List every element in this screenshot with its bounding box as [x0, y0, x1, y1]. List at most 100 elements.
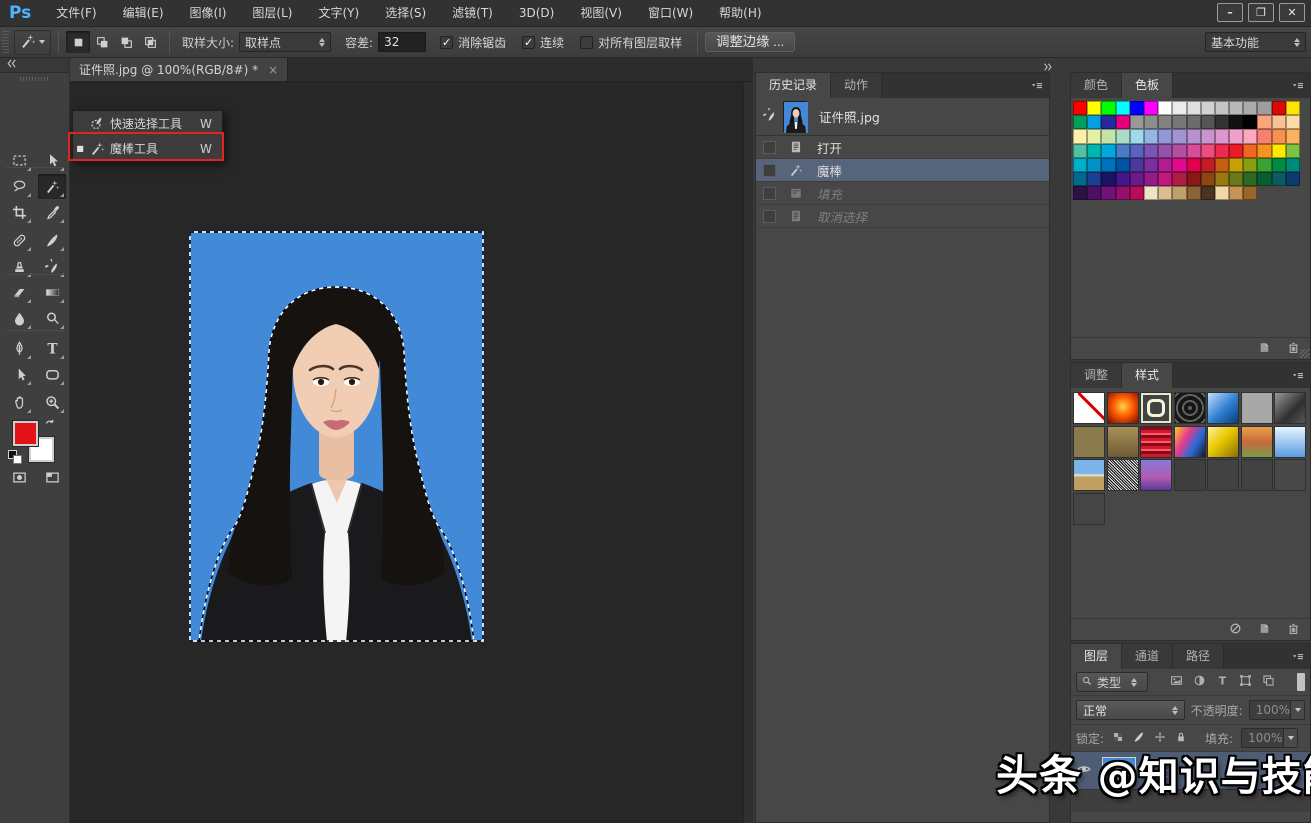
foreground-color-chip[interactable] [13, 421, 38, 446]
color-swatch[interactable] [1201, 158, 1215, 172]
color-swatch[interactable] [1101, 101, 1115, 115]
sample-size-dropdown[interactable]: 取样点 [239, 32, 331, 52]
color-swatch[interactable] [1187, 158, 1201, 172]
color-swatch[interactable] [1172, 158, 1186, 172]
history-entry-魔棒[interactable]: 魔棒 [756, 159, 1049, 182]
color-swatch[interactable] [1158, 186, 1172, 200]
resize-grip[interactable] [1300, 349, 1309, 358]
color-swatch[interactable] [1187, 172, 1201, 186]
color-swatch[interactable] [1201, 129, 1215, 143]
swap-colors-icon[interactable] [44, 418, 57, 434]
history-source-checkbox[interactable] [763, 141, 776, 154]
color-swatch[interactable] [1144, 115, 1158, 129]
color-swatch[interactable] [1257, 144, 1271, 158]
adjust-filter-button[interactable] [1193, 674, 1206, 690]
eraser-tool[interactable] [5, 280, 33, 305]
dodge-tool[interactable] [38, 306, 66, 331]
color-swatch[interactable] [1087, 158, 1101, 172]
workspace-switcher[interactable]: 基本功能 [1205, 32, 1306, 52]
color-swatch[interactable] [1116, 186, 1130, 200]
screen-mode-button[interactable] [38, 466, 66, 491]
style-thumb-dark-chrome[interactable] [1274, 392, 1306, 424]
layers-tab-路径[interactable]: 路径 [1173, 644, 1224, 669]
shape-filter-button[interactable] [1239, 674, 1252, 690]
color-swatch[interactable] [1272, 172, 1286, 186]
color-swatch[interactable] [1087, 101, 1101, 115]
color-swatch[interactable] [1187, 144, 1201, 158]
history-source-checkbox[interactable] [763, 187, 776, 200]
blend-mode-dropdown[interactable]: 正常 [1076, 700, 1185, 720]
color-swatch[interactable] [1116, 115, 1130, 129]
color-swatch[interactable] [1272, 144, 1286, 158]
history-tab-动作[interactable]: 动作 [831, 73, 882, 98]
style-thumb-faint-1[interactable] [1274, 459, 1306, 491]
color-swatch[interactable] [1073, 129, 1087, 143]
trash-icon[interactable] [1287, 622, 1300, 638]
panel-menu-icon[interactable] [1031, 80, 1043, 95]
history-entry-打开[interactable]: 打开 [756, 136, 1049, 159]
minimize-button[interactable]: – [1217, 3, 1243, 22]
layer-filter-type-dropdown[interactable]: 类型 [1076, 672, 1148, 692]
color-swatch[interactable] [1187, 129, 1201, 143]
swatches-tab-颜色[interactable]: 颜色 [1071, 73, 1122, 98]
color-swatch[interactable] [1172, 115, 1186, 129]
color-swatch[interactable] [1201, 101, 1215, 115]
refine-edge-button[interactable]: 调整边缘 ... [705, 32, 795, 52]
color-swatch[interactable] [1286, 115, 1300, 129]
color-swatch[interactable] [1087, 129, 1101, 143]
color-swatch[interactable] [1286, 129, 1300, 143]
clone-stamp-tool[interactable] [5, 254, 33, 279]
color-swatch[interactable] [1158, 101, 1172, 115]
color-swatch[interactable] [1144, 144, 1158, 158]
style-thumb-red-stripes[interactable] [1140, 426, 1172, 458]
brush-tool[interactable] [38, 228, 66, 253]
color-swatch[interactable] [1257, 129, 1271, 143]
color-swatch[interactable] [1229, 101, 1243, 115]
style-thumb-light-blue-glossy[interactable] [1274, 426, 1306, 458]
menu-item[interactable]: 文件(F) [43, 0, 109, 27]
color-swatch[interactable] [1144, 101, 1158, 115]
styles-tab-调整[interactable]: 调整 [1071, 363, 1122, 388]
color-swatch[interactable] [1243, 172, 1257, 186]
magic-wand-tool[interactable] [38, 174, 66, 199]
menu-item[interactable]: 编辑(E) [110, 0, 177, 27]
color-swatch[interactable] [1101, 144, 1115, 158]
color-swatch[interactable] [1101, 158, 1115, 172]
style-thumb-yellow-glossy[interactable] [1207, 426, 1239, 458]
lasso-tool[interactable] [5, 174, 33, 199]
trash-icon[interactable] [1287, 341, 1300, 357]
opacity-dropdown[interactable]: 100% [1249, 700, 1305, 720]
panel-menu-icon[interactable] [1292, 651, 1304, 666]
tolerance-input[interactable] [378, 32, 426, 52]
style-thumb-color-abstract[interactable] [1174, 426, 1206, 458]
color-swatch[interactable] [1257, 115, 1271, 129]
color-swatch[interactable] [1101, 186, 1115, 200]
add-to-selection-button[interactable] [90, 31, 114, 53]
style-thumb-white-outline[interactable] [1140, 392, 1172, 424]
layers-tab-通道[interactable]: 通道 [1122, 644, 1173, 669]
color-swatch[interactable] [1243, 129, 1257, 143]
new-selection-button[interactable] [66, 31, 90, 53]
color-swatch[interactable] [1187, 101, 1201, 115]
color-swatch[interactable] [1130, 186, 1144, 200]
style-thumb-olive-flat[interactable] [1073, 426, 1105, 458]
history-brush-source-icon[interactable] [763, 108, 777, 125]
color-swatch[interactable] [1272, 158, 1286, 172]
path-select-tool[interactable] [5, 362, 33, 387]
color-swatch[interactable] [1144, 186, 1158, 200]
history-tab-历史记录[interactable]: 历史记录 [756, 73, 831, 98]
tool-preset-picker[interactable] [14, 30, 51, 55]
color-swatch[interactable] [1243, 101, 1257, 115]
collapse-panel-button[interactable] [0, 58, 69, 73]
color-swatch[interactable] [1272, 129, 1286, 143]
style-thumb-landscape[interactable] [1073, 459, 1105, 491]
checked-checkbox-icon[interactable]: ✓ [522, 36, 535, 49]
layers-tab-图层[interactable]: 图层 [1071, 644, 1122, 669]
rect-marquee-tool[interactable] [5, 148, 33, 173]
menu-item[interactable]: 帮助(H) [706, 0, 774, 27]
color-swatch[interactable] [1229, 186, 1243, 200]
close-button[interactable]: ✕ [1279, 3, 1305, 22]
color-swatch[interactable] [1215, 129, 1229, 143]
color-swatch[interactable] [1101, 172, 1115, 186]
menu-item[interactable]: 文字(Y) [305, 0, 372, 27]
